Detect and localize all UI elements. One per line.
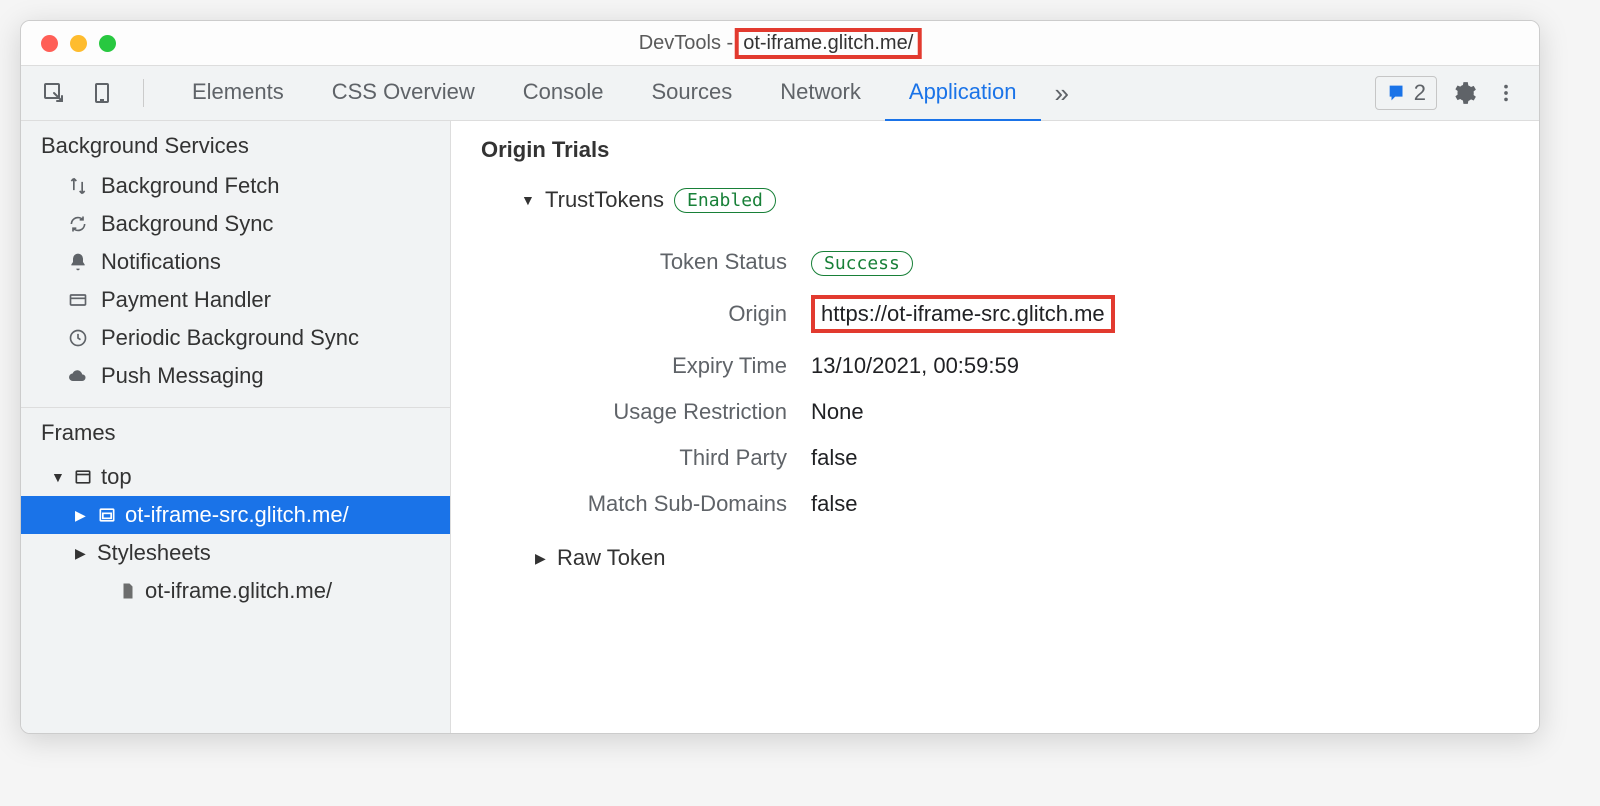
sidebar-item-push-messaging[interactable]: Push Messaging — [21, 357, 450, 395]
third-party-label: Third Party — [481, 445, 811, 471]
frame-stylesheets[interactable]: ▶ Stylesheets — [21, 534, 450, 572]
close-window-button[interactable] — [41, 35, 58, 52]
token-status-label: Token Status — [481, 249, 811, 275]
chevron-right-icon: ▶ — [75, 507, 89, 524]
toolbar-divider — [143, 79, 144, 107]
sidebar-item-label: Background Sync — [101, 211, 273, 237]
token-status-value: Success — [811, 251, 913, 276]
window-title: DevTools - ot-iframe.glitch.me/ — [639, 28, 922, 59]
devtools-body: Background Services Background Fetch Bac… — [21, 121, 1539, 733]
expiry-value: 13/10/2021, 00:59:59 — [811, 353, 1019, 379]
match-sub-label: Match Sub-Domains — [481, 491, 811, 517]
sidebar-item-background-fetch[interactable]: Background Fetch — [21, 167, 450, 205]
tab-elements[interactable]: Elements — [168, 65, 308, 122]
sidebar-item-label: Payment Handler — [101, 287, 271, 313]
sidebar-section-frames: Frames — [21, 408, 450, 454]
issues-badge[interactable]: 2 — [1375, 76, 1437, 110]
sidebar-item-label: Push Messaging — [101, 363, 264, 389]
trial-status-pill: Enabled — [674, 188, 776, 213]
frame-label: Stylesheets — [97, 540, 211, 566]
sidebar-item-periodic-sync[interactable]: Periodic Background Sync — [21, 319, 450, 357]
sidebar-section-background-services: Background Services — [21, 121, 450, 167]
page-title: Origin Trials — [481, 137, 1509, 163]
third-party-value: false — [811, 445, 857, 471]
application-sidebar: Background Services Background Fetch Bac… — [21, 121, 451, 733]
usage-value: None — [811, 399, 864, 425]
title-url-highlight: ot-iframe.glitch.me/ — [735, 28, 921, 59]
kv-third-party: Third Party false — [481, 435, 1509, 481]
sidebar-item-label: Background Fetch — [101, 173, 280, 199]
frame-label: top — [101, 464, 132, 490]
kebab-menu-icon[interactable] — [1491, 78, 1521, 108]
chevron-right-icon: ▶ — [75, 545, 89, 562]
kv-match-sub: Match Sub-Domains false — [481, 481, 1509, 527]
more-tabs-button[interactable]: » — [1041, 78, 1083, 109]
window-titlebar: DevTools - ot-iframe.glitch.me/ — [21, 21, 1539, 65]
frame-file[interactable]: ot-iframe.glitch.me/ — [21, 572, 450, 610]
frame-top[interactable]: ▼ top — [21, 458, 450, 496]
clock-icon — [67, 327, 89, 349]
devtools-window: DevTools - ot-iframe.glitch.me/ Elements — [20, 20, 1540, 734]
minimize-window-button[interactable] — [70, 35, 87, 52]
toolbar-left — [31, 78, 152, 108]
inspect-element-icon[interactable] — [39, 78, 69, 108]
embed-icon — [97, 505, 117, 525]
device-toolbar-icon[interactable] — [87, 78, 117, 108]
traffic-lights — [21, 35, 116, 52]
arrows-updown-icon — [67, 175, 89, 197]
sidebar-item-label: Periodic Background Sync — [101, 325, 359, 351]
tab-application[interactable]: Application — [885, 65, 1041, 122]
sidebar-item-payment-handler[interactable]: Payment Handler — [21, 281, 450, 319]
match-sub-value: false — [811, 491, 857, 517]
origin-label: Origin — [481, 301, 811, 327]
window-icon — [73, 467, 93, 487]
chevron-down-icon: ▼ — [51, 469, 65, 485]
frame-label: ot-iframe.glitch.me/ — [145, 578, 332, 604]
card-icon — [67, 289, 89, 311]
issues-count: 2 — [1414, 80, 1426, 106]
sidebar-item-label: Notifications — [101, 249, 221, 275]
tab-console[interactable]: Console — [499, 65, 628, 122]
tab-css-overview[interactable]: CSS Overview — [308, 65, 499, 122]
frames-tree: ▼ top ▶ ot-iframe-src.glitch.me/ ▶ Style… — [21, 454, 450, 626]
devtools-toolbar: Elements CSS Overview Console Sources Ne… — [21, 65, 1539, 121]
title-prefix: DevTools - — [639, 32, 733, 55]
frame-iframe-selected[interactable]: ▶ ot-iframe-src.glitch.me/ — [21, 496, 450, 534]
kv-token-status: Token Status Success — [481, 239, 1509, 285]
settings-icon[interactable] — [1449, 78, 1479, 108]
usage-label: Usage Restriction — [481, 399, 811, 425]
trial-name: TrustTokens — [545, 187, 664, 213]
file-icon — [119, 582, 137, 600]
sidebar-item-background-sync[interactable]: Background Sync — [21, 205, 450, 243]
origin-value-highlight: https://ot-iframe-src.glitch.me — [811, 295, 1115, 333]
chevron-right-icon: ▶ — [535, 550, 549, 567]
issues-icon — [1386, 82, 1408, 104]
application-content: Origin Trials ▼ TrustTokens Enabled Toke… — [451, 121, 1539, 733]
kv-origin: Origin https://ot-iframe-src.glitch.me — [481, 285, 1509, 343]
toolbar-right: 2 — [1375, 76, 1529, 110]
cloud-icon — [67, 365, 89, 387]
sidebar-item-notifications[interactable]: Notifications — [21, 243, 450, 281]
kv-expiry: Expiry Time 13/10/2021, 00:59:59 — [481, 343, 1509, 389]
raw-token-row[interactable]: ▶ Raw Token — [481, 545, 1509, 571]
devtools-tabs: Elements CSS Overview Console Sources Ne… — [168, 65, 1369, 122]
tab-network[interactable]: Network — [756, 65, 885, 122]
expiry-label: Expiry Time — [481, 353, 811, 379]
raw-token-label: Raw Token — [557, 545, 665, 571]
frame-label: ot-iframe-src.glitch.me/ — [125, 502, 349, 528]
tab-sources[interactable]: Sources — [627, 65, 756, 122]
sync-icon — [67, 213, 89, 235]
origin-trial-row[interactable]: ▼ TrustTokens Enabled — [481, 187, 1509, 213]
kv-usage: Usage Restriction None — [481, 389, 1509, 435]
maximize-window-button[interactable] — [99, 35, 116, 52]
chevron-down-icon: ▼ — [521, 192, 535, 208]
bell-icon — [67, 251, 89, 273]
